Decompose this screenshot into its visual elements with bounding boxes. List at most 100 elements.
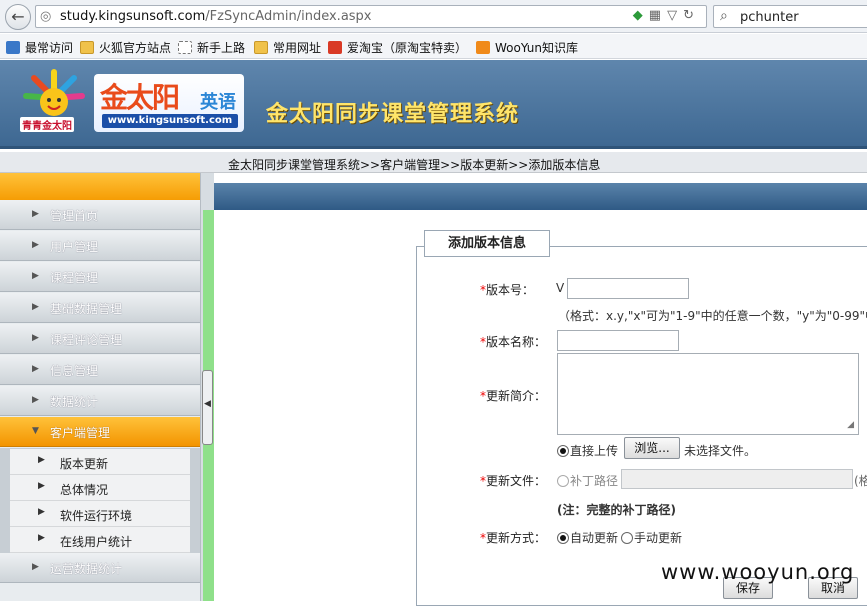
watermark: www.wooyun.org	[661, 560, 855, 584]
manual-update-radio[interactable]	[621, 532, 633, 544]
sidebar-item-home[interactable]: ▶ 管理首页	[0, 200, 200, 230]
patch-path-radio[interactable]	[557, 475, 569, 487]
browse-button[interactable]: 浏览...	[624, 437, 680, 459]
summary-label: *更新简介：	[480, 387, 546, 404]
sidebar-item-basic-data[interactable]: ▶ 基础数据管理	[0, 293, 200, 323]
update-mode-label: *更新方式：	[480, 529, 546, 546]
bookmark-label: 爱淘宝（原淘宝特卖）	[347, 41, 468, 55]
bookmark-label: WooYun知识库	[495, 41, 579, 55]
bookmark-label: 常用网址	[273, 41, 322, 55]
summary-label-text: 更新简介：	[486, 389, 547, 403]
sidebar-item-courses[interactable]: ▶ 课程管理	[0, 262, 200, 292]
sidebar-item-label: 基础数据管理	[50, 302, 123, 316]
version-format-hint: （格式：x.y,"x"可为"1-9"中的任意一个数，"y"为"0-99"中任意	[558, 309, 867, 323]
search-box[interactable]: ⌕ pchunter	[713, 5, 867, 28]
patch-path-input[interactable]	[621, 469, 853, 489]
sidebar-item-label: 课程管理	[50, 271, 99, 285]
sidebar-item-info[interactable]: ▶ 信息管理	[0, 355, 200, 385]
back-arrow-icon: ←	[11, 7, 25, 26]
sidebar-item-label: 运营数据统计	[50, 562, 123, 576]
brand-logo[interactable]: 金太阳 英语 www.kingsunsoft.com	[94, 74, 244, 132]
bookmark-label: 最常访问	[25, 41, 74, 55]
sidebar-item-label: 课程评论管理	[50, 333, 123, 347]
submenu-item-label: 版本更新	[60, 457, 109, 471]
chevron-right-icon: ▶	[38, 481, 45, 491]
submenu-item-runtime-env[interactable]: ▶ 软件运行环境	[10, 501, 190, 527]
chevron-down-icon: ▼	[32, 426, 39, 436]
taobao-icon	[328, 41, 342, 54]
url-text: study.kingsunsoft.com/FzSyncAdmin/index.…	[60, 9, 372, 24]
page-icon	[178, 41, 192, 54]
auto-update-option[interactable]: 自动更新	[557, 529, 618, 546]
chevron-right-icon: ▶	[32, 240, 39, 250]
submenu-item-version-update[interactable]: ▶ 版本更新	[10, 449, 190, 475]
update-file-label-text: 更新文件：	[486, 474, 547, 488]
sidebar-item-course-comments[interactable]: ▶ 课程评论管理	[0, 324, 200, 354]
address-bar[interactable]: ◎ study.kingsunsoft.com/FzSyncAdmin/inde…	[35, 5, 707, 28]
dropdown-icon[interactable]: ▽	[667, 8, 683, 23]
bookmark-most-visited[interactable]: 最常访问	[6, 39, 73, 56]
system-title: 金太阳同步课堂管理系统	[266, 102, 520, 127]
bookmarks-bar: 最常访问 火狐官方站点 新手上路 常用网址 爱淘宝（原淘宝特卖） WooYun知…	[0, 34, 867, 59]
chevron-right-icon: ▶	[32, 302, 39, 312]
collapse-sidebar-handle[interactable]: ◀	[202, 370, 213, 445]
search-input[interactable]: pchunter	[740, 10, 799, 25]
chevron-right-icon: ▶	[38, 507, 45, 517]
summary-textarea[interactable]: ◢	[557, 353, 859, 435]
shield-icon[interactable]: ◆	[633, 8, 649, 23]
url-path: /FzSyncAdmin/index.aspx	[205, 9, 372, 24]
chevron-right-icon: ▶	[38, 533, 45, 543]
bookmark-getting-started[interactable]: 新手上路	[178, 39, 245, 56]
auto-update-label: 自动更新	[570, 531, 619, 545]
sidebar-item-client[interactable]: ▼ 客户端管理	[0, 417, 200, 447]
reload-icon[interactable]: ↻	[683, 8, 700, 23]
qr-icon[interactable]: ▦	[649, 8, 667, 23]
submenu-item-label: 软件运行环境	[60, 509, 133, 523]
version-label-text: 版本号：	[486, 283, 535, 297]
site-header: 青青金太阳 金太阳 英语 www.kingsunsoft.com 金太阳同步课堂…	[0, 60, 867, 149]
browser-toolbar: ← ◎ study.kingsunsoft.com/FzSyncAdmin/in…	[0, 0, 867, 33]
submenu-item-overview[interactable]: ▶ 总体情况	[10, 475, 190, 501]
chevron-right-icon: ▶	[32, 395, 39, 405]
sidebar-item-statistics[interactable]: ▶ 数据统计	[0, 386, 200, 416]
submenu-item-online-users[interactable]: ▶ 在线用户统计	[10, 527, 190, 553]
sidebar-header	[0, 173, 200, 203]
sidebar-item-label: 管理首页	[50, 209, 99, 223]
bookmark-taobao[interactable]: 爱淘宝（原淘宝特卖）	[328, 39, 467, 56]
resize-grip-icon[interactable]: ◢	[847, 420, 854, 430]
version-input[interactable]	[567, 278, 689, 299]
sidebar-item-operations-stats[interactable]: ▶ 运营数据统计	[0, 553, 200, 583]
content-header-bar	[214, 183, 867, 210]
folder-icon	[254, 41, 268, 54]
chevron-right-icon: ▶	[38, 455, 45, 465]
manual-update-label: 手动更新	[634, 531, 683, 545]
auto-update-radio[interactable]	[557, 532, 569, 544]
back-button[interactable]: ←	[5, 4, 31, 30]
patch-format-suffix: (格	[854, 474, 867, 488]
url-icons: ◆▦▽↻	[633, 8, 700, 23]
patch-path-label: 补丁路径	[570, 474, 619, 488]
globe-icon: ◎	[40, 9, 52, 24]
sidebar-item-users[interactable]: ▶ 用户管理	[0, 231, 200, 261]
sidebar-item-label: 用户管理	[50, 240, 99, 254]
bookmark-wooyun[interactable]: WooYun知识库	[476, 39, 578, 56]
bookmark-common-sites[interactable]: 常用网址	[254, 39, 321, 56]
chevron-left-icon: ◀	[204, 399, 211, 409]
update-file-label: *更新文件：	[480, 472, 546, 489]
direct-upload-radio[interactable]	[557, 445, 569, 457]
patch-path-option[interactable]: 补丁路径	[557, 472, 618, 489]
breadcrumb: 金太阳同步课堂管理系统>>客户端管理>>版本更新>>添加版本信息	[228, 158, 601, 172]
version-name-input[interactable]	[557, 330, 679, 351]
manual-update-option[interactable]: 手动更新	[621, 529, 682, 546]
form-legend: 添加版本信息	[424, 230, 550, 257]
folder-icon	[80, 41, 94, 54]
bookmark-label: 火狐官方站点	[99, 41, 172, 55]
chevron-right-icon: ▶	[32, 209, 39, 219]
logo-text: 金太阳	[100, 81, 180, 114]
version-name-label-text: 版本名称：	[486, 335, 547, 349]
update-mode-label-text: 更新方式：	[486, 531, 547, 545]
sidebar-item-label: 信息管理	[50, 364, 99, 378]
bookmark-firefox-site[interactable]: 火狐官方站点	[80, 39, 171, 56]
logo-english: 英语	[200, 92, 236, 113]
direct-upload-option[interactable]: 直接上传	[557, 442, 618, 459]
